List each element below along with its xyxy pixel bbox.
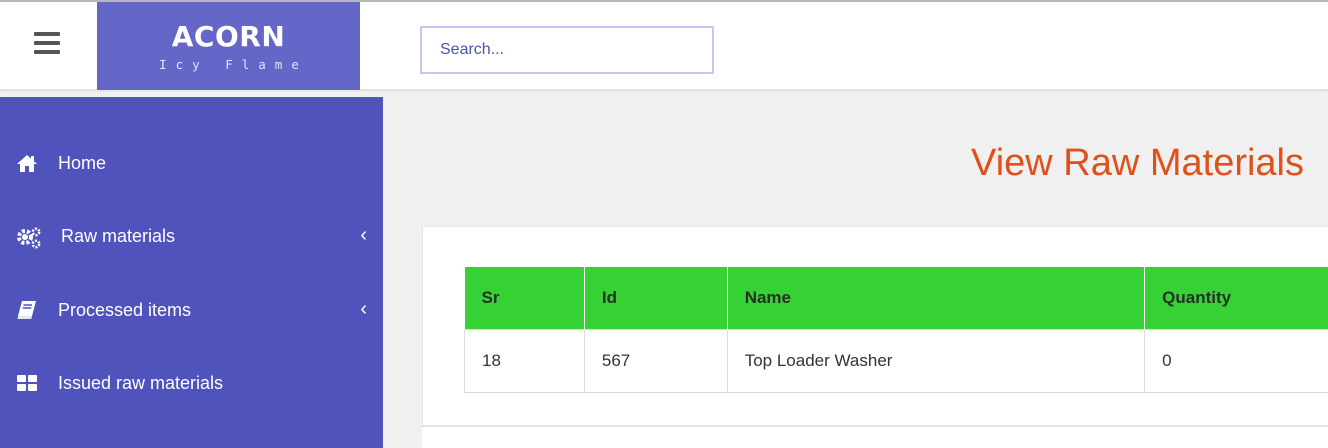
cell-sr: 18 [464, 328, 585, 393]
sidebar: Home Raw materials ‹ Processed items ‹ I… [0, 97, 383, 448]
secondary-card [422, 426, 1328, 448]
column-header-sr[interactable]: Sr [464, 267, 585, 329]
column-header-id[interactable]: Id [584, 267, 728, 329]
sidebar-item-label: Raw materials [61, 226, 176, 246]
page-title: View Raw Materials [971, 142, 1304, 184]
grid-icon [16, 373, 40, 395]
chevron-left-icon: ‹ [360, 298, 367, 320]
sidebar-item-label: Processed items [58, 300, 192, 320]
sidebar-item-label: Issued raw materials [58, 373, 224, 393]
top-header: ACORN Icy Flame [0, 2, 1328, 90]
sidebar-item-processed-items[interactable]: Processed items ‹ [0, 291, 383, 331]
home-icon [16, 153, 40, 175]
sidebar-item-issued-raw-materials[interactable]: Issued raw materials [0, 364, 383, 404]
table-header-row: Sr Id Name Quantity [464, 267, 1328, 329]
cell-name: Top Loader Washer [726, 328, 1146, 393]
raw-materials-table: Sr Id Name Quantity 18 567 Top Loader Wa… [464, 267, 1328, 393]
brand-logo[interactable]: ACORN Icy Flame [97, 2, 360, 90]
menu-toggle-icon[interactable] [34, 32, 60, 54]
column-header-name[interactable]: Name [727, 267, 1146, 329]
cell-id: 567 [583, 328, 728, 393]
sidebar-item-home[interactable]: Home [0, 144, 383, 184]
search-input[interactable] [420, 26, 714, 74]
column-header-quantity[interactable]: Quantity [1144, 267, 1328, 329]
cell-quantity: 0 [1144, 328, 1328, 393]
gears-icon [16, 226, 41, 249]
table-card: Sr Id Name Quantity 18 567 Top Loader Wa… [422, 226, 1328, 426]
sidebar-item-label: Home [58, 153, 107, 173]
brand-subtitle: Icy Flame [159, 57, 308, 72]
chevron-left-icon: ‹ [360, 224, 367, 246]
table-row: 18 567 Top Loader Washer 0 [464, 328, 1328, 393]
book-icon [16, 300, 40, 322]
brand-title: ACORN [171, 20, 286, 53]
sidebar-item-raw-materials[interactable]: Raw materials ‹ [0, 217, 383, 257]
